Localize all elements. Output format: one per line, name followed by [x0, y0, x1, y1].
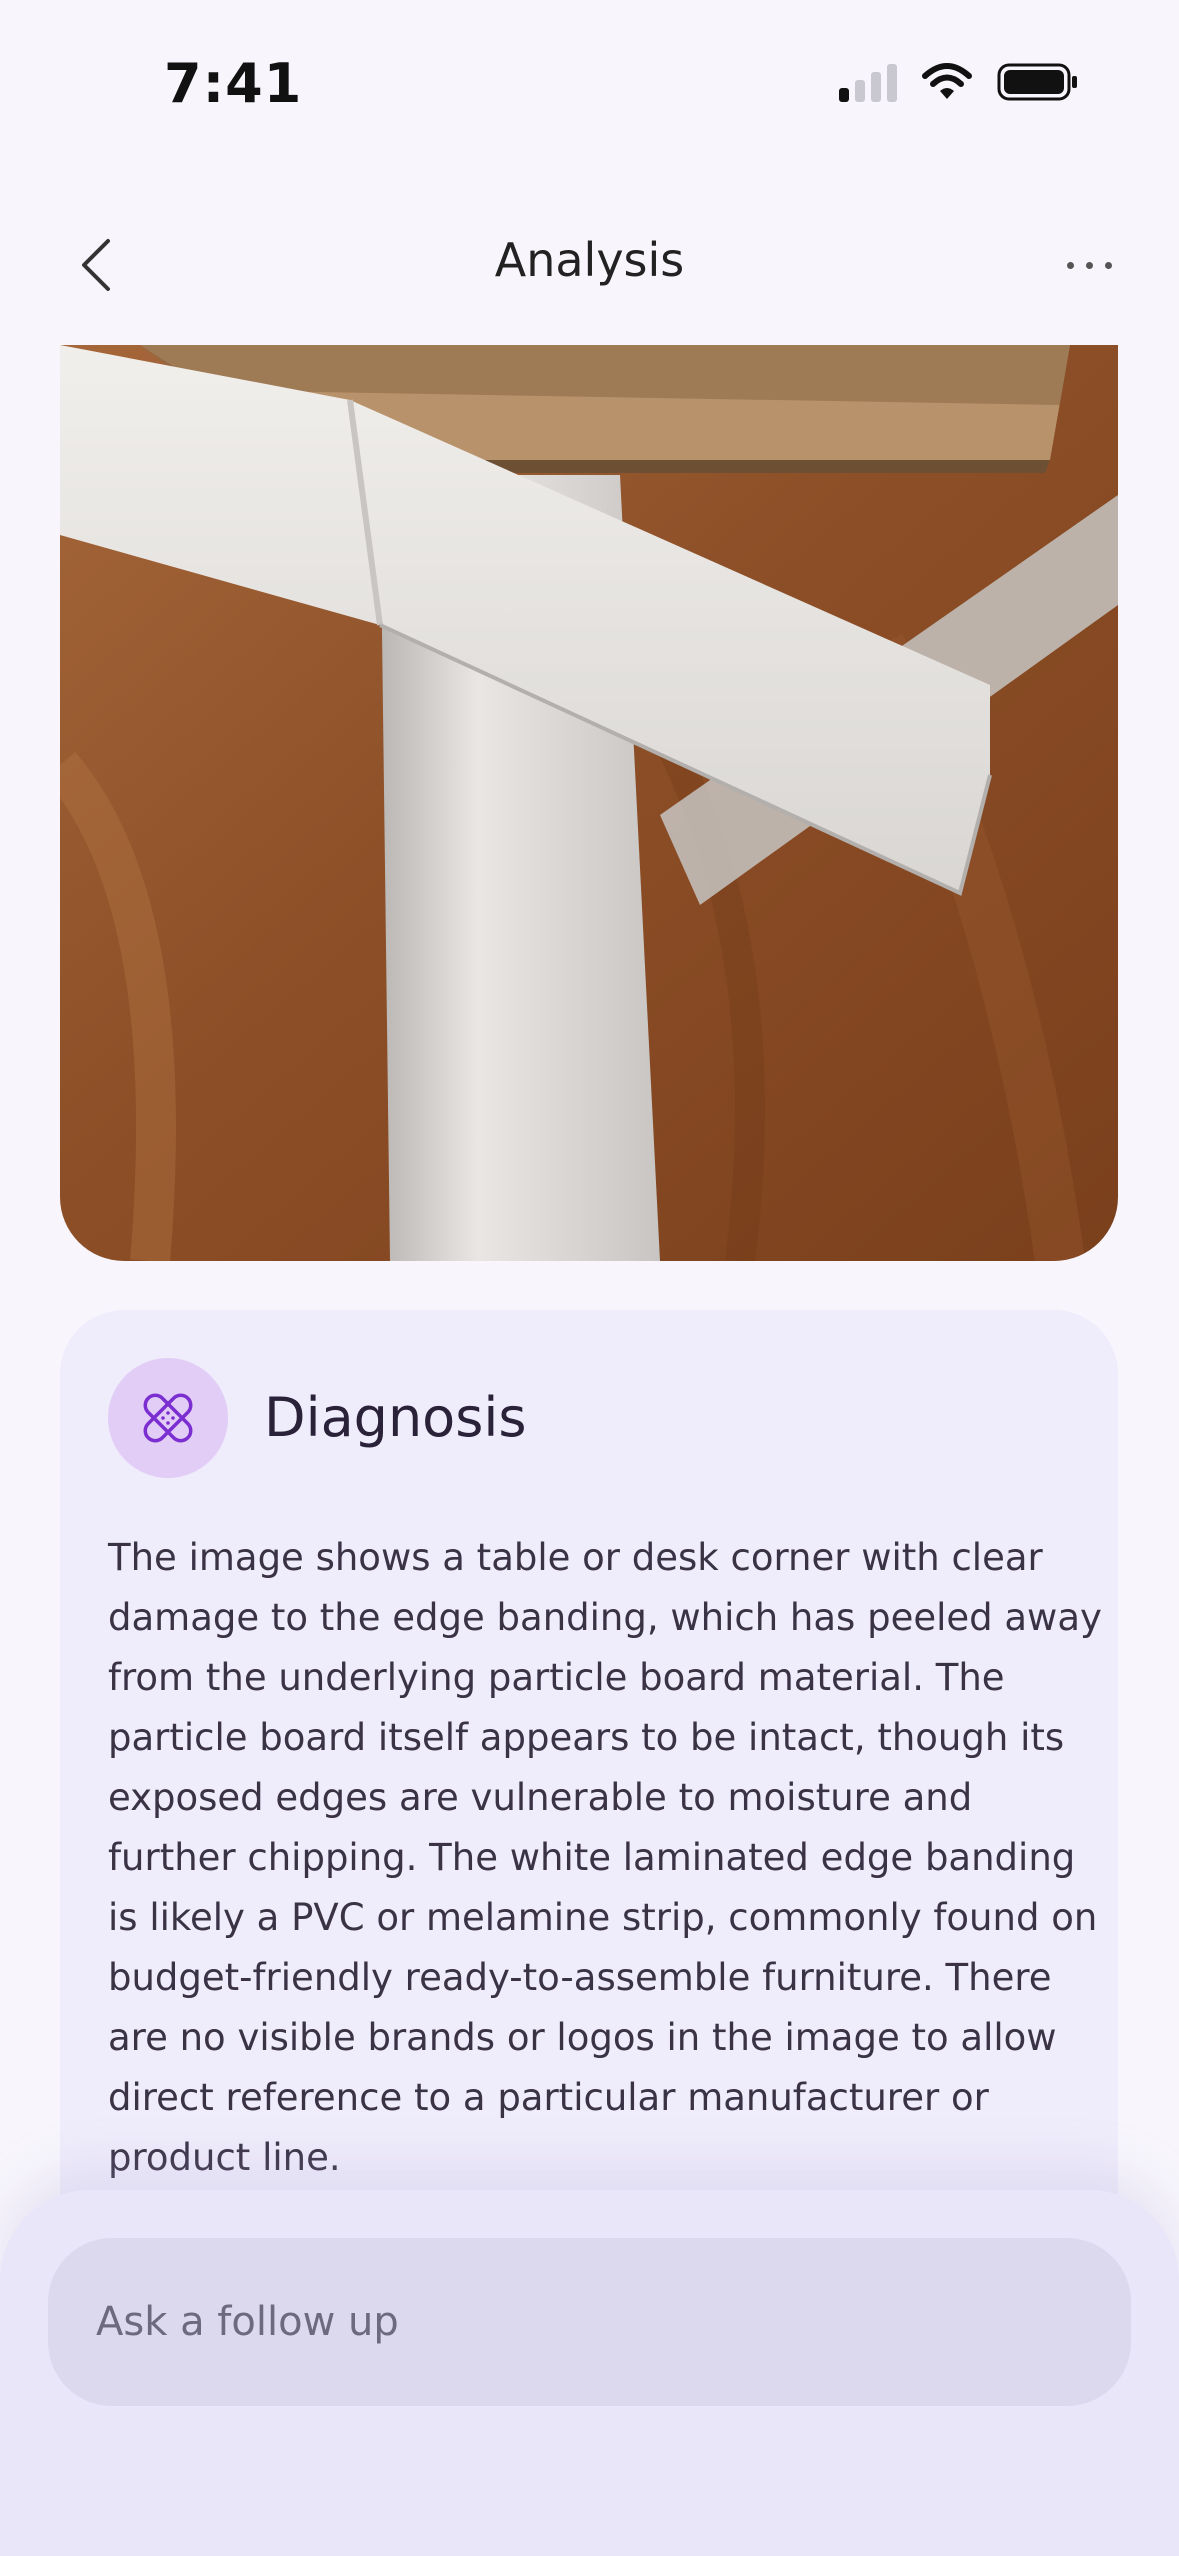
more-button[interactable] — [1049, 235, 1129, 295]
cellular-signal-icon — [839, 62, 897, 102]
status-bar: 7:41 — [0, 0, 1179, 150]
bandage-icon — [108, 1358, 228, 1478]
table-corner-image — [60, 345, 1118, 1261]
status-time: 7:41 — [164, 52, 303, 115]
follow-up-input[interactable]: Ask a follow up — [48, 2238, 1131, 2406]
page-title: Analysis — [494, 233, 685, 287]
more-horizontal-icon — [1066, 261, 1074, 269]
follow-up-panel: Ask a follow up — [0, 2190, 1179, 2556]
diagnosis-title: Diagnosis — [264, 1386, 527, 1449]
analysis-photo — [60, 345, 1118, 1261]
diagnosis-text: The image shows a table or desk corner w… — [108, 1536, 1102, 2179]
status-icons — [839, 62, 1079, 102]
battery-icon — [997, 63, 1077, 101]
nav-bar: Analysis — [0, 205, 1179, 325]
wifi-icon — [922, 63, 972, 99]
